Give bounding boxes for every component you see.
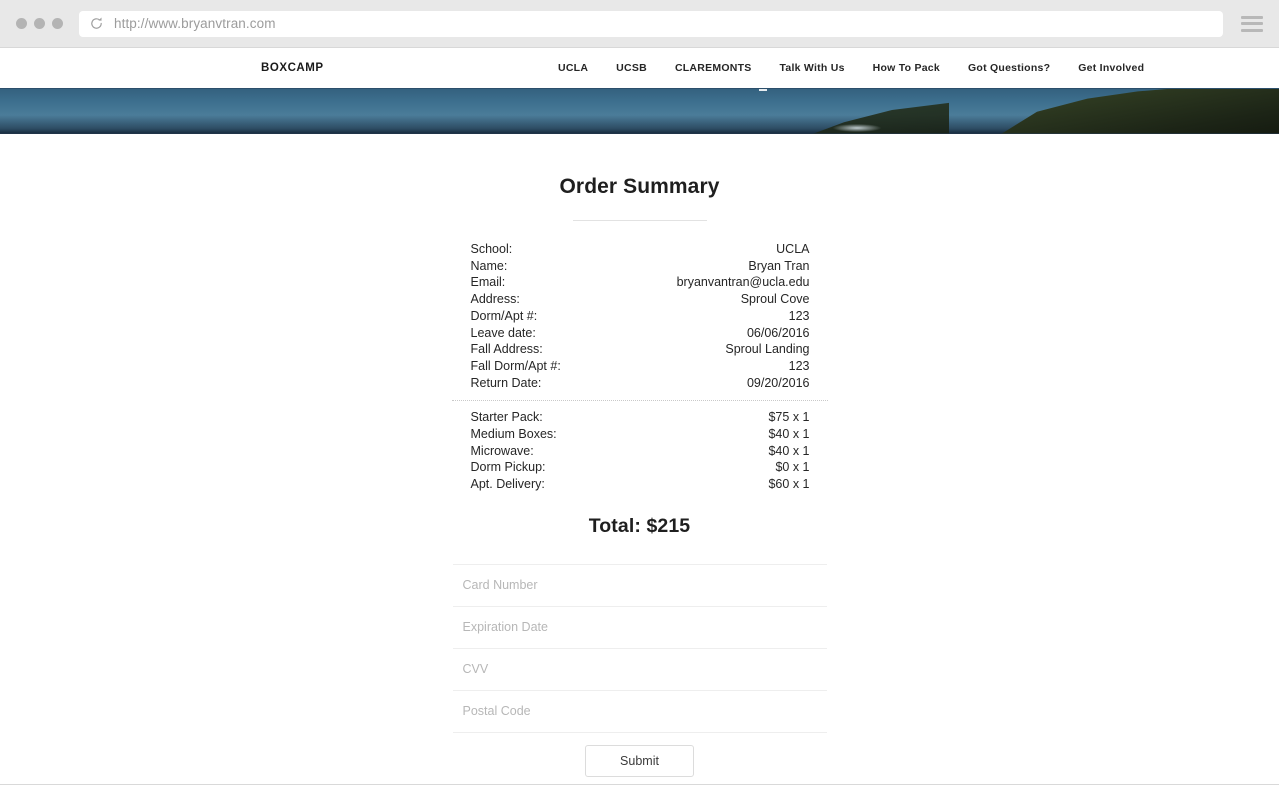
nav-link-get-involved[interactable]: Get Involved	[1078, 62, 1144, 74]
cvv-input[interactable]	[452, 648, 827, 691]
postal-code-input[interactable]	[452, 690, 827, 733]
detail-value: UCLA	[776, 242, 810, 256]
detail-row-name: Name: Bryan Tran	[452, 258, 828, 275]
item-value: $75 x 1	[768, 410, 810, 425]
detail-label: Leave date:	[470, 325, 536, 340]
detail-label: School:	[470, 242, 513, 256]
detail-row-return-date: Return Date: 09/20/2016	[452, 375, 828, 392]
page-title: Order Summary	[559, 175, 720, 198]
detail-value: Sproul Cove	[740, 292, 810, 307]
detail-value: 09/20/2016	[746, 375, 810, 390]
hero-banner	[0, 88, 1279, 134]
item-label: Medium Boxes:	[470, 427, 557, 442]
detail-row-school: School: UCLA	[452, 241, 828, 258]
detail-row-leave-date: Leave date: 06/06/2016	[452, 325, 828, 342]
nav-links: UCLA UCSB CLAREMONTS Talk With Us How To…	[558, 62, 1279, 74]
nav-link-claremonts[interactable]: CLAREMONTS	[675, 62, 752, 74]
minimize-window-button[interactable]	[34, 18, 45, 29]
reload-icon[interactable]	[89, 16, 104, 31]
detail-value: Sproul Landing	[725, 342, 810, 357]
expiration-date-input[interactable]	[452, 606, 827, 649]
browser-window: http://www.bryanvtran.com BOXCAMP UCLA U…	[0, 0, 1279, 785]
detail-label: Email:	[470, 275, 506, 290]
nav-link-talk-with-us[interactable]: Talk With Us	[780, 62, 845, 74]
detail-row-dorm-apt: Dorm/Apt #: 123	[452, 308, 828, 325]
item-row-medium-boxes: Medium Boxes: $40 x 1	[452, 426, 828, 443]
nav-link-ucsb[interactable]: UCSB	[616, 62, 647, 74]
address-bar[interactable]: http://www.bryanvtran.com	[79, 10, 1223, 37]
detail-value: 123	[788, 308, 810, 323]
item-label: Microwave:	[470, 443, 534, 458]
page-content: Order Summary School: UCLA Name: Bryan T…	[0, 134, 1279, 785]
detail-row-email: Email: bryanvantran@ucla.edu	[452, 274, 828, 291]
hero-text-remnant	[759, 89, 767, 91]
detail-value: 123	[788, 358, 810, 373]
detail-label: Dorm/Apt #:	[470, 308, 538, 323]
detail-row-address: Address: Sproul Cove	[452, 291, 828, 308]
item-value: $40 x 1	[768, 427, 810, 442]
item-label: Apt. Delivery:	[470, 477, 545, 492]
detail-label: Name:	[470, 258, 508, 273]
order-items-list: Starter Pack: $75 x 1 Medium Boxes: $40 …	[452, 409, 828, 493]
hamburger-menu-icon[interactable]	[1241, 15, 1263, 32]
detail-label: Fall Address:	[470, 342, 543, 357]
nav-link-got-questions[interactable]: Got Questions?	[968, 62, 1050, 74]
items-divider	[451, 400, 828, 402]
site-logo[interactable]: BOXCAMP	[261, 62, 324, 74]
nav-link-ucla[interactable]: UCLA	[558, 62, 588, 74]
site-navigation: BOXCAMP UCLA UCSB CLAREMONTS Talk With U…	[0, 48, 1279, 88]
hero-surf	[833, 124, 881, 132]
url-text: http://www.bryanvtran.com	[114, 16, 276, 31]
item-row-dorm-pickup: Dorm Pickup: $0 x 1	[452, 459, 828, 476]
item-label: Dorm Pickup:	[470, 460, 546, 475]
item-value: $40 x 1	[768, 443, 810, 458]
item-value: $0 x 1	[775, 460, 810, 475]
detail-label: Fall Dorm/Apt #:	[470, 358, 561, 373]
item-row-starter-pack: Starter Pack: $75 x 1	[452, 409, 828, 426]
browser-toolbar: http://www.bryanvtran.com	[0, 0, 1279, 48]
card-number-input[interactable]	[452, 564, 827, 607]
item-value: $60 x 1	[768, 477, 810, 492]
item-label: Starter Pack:	[470, 410, 543, 425]
detail-label: Address:	[470, 292, 520, 307]
maximize-window-button[interactable]	[52, 18, 63, 29]
item-row-apt-delivery: Apt. Delivery: $60 x 1	[452, 476, 828, 493]
payment-form: Submit	[452, 563, 827, 777]
detail-value: Bryan Tran	[748, 258, 810, 273]
detail-label: Return Date:	[470, 375, 542, 390]
submit-button[interactable]: Submit	[585, 744, 694, 777]
order-details-list: School: UCLA Name: Bryan Tran Email: bry…	[452, 241, 828, 391]
title-divider	[572, 220, 707, 221]
detail-row-fall-dorm-apt: Fall Dorm/Apt #: 123	[452, 358, 828, 375]
item-row-microwave: Microwave: $40 x 1	[452, 443, 828, 460]
submit-row: Submit	[453, 744, 827, 777]
close-window-button[interactable]	[16, 18, 27, 29]
window-controls[interactable]	[16, 18, 63, 29]
detail-row-fall-address: Fall Address: Sproul Landing	[452, 341, 828, 358]
nav-link-how-to-pack[interactable]: How To Pack	[873, 62, 940, 74]
detail-value: 06/06/2016	[746, 325, 810, 340]
detail-value: bryanvantran@ucla.edu	[676, 275, 810, 290]
order-total: Total: $215	[588, 514, 691, 537]
